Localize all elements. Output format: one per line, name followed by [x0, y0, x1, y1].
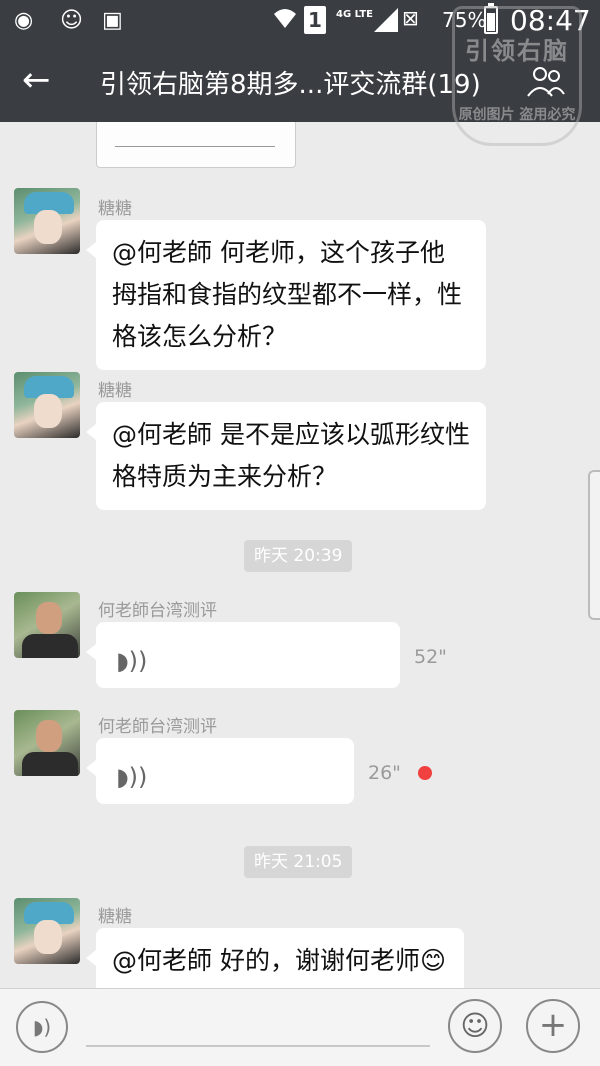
- back-arrow-icon[interactable]: ←: [22, 60, 62, 100]
- sender-name: 糖糖: [98, 381, 132, 401]
- sender-name: 糖糖: [98, 199, 132, 219]
- message-input[interactable]: [86, 1045, 430, 1047]
- sender-name: 何老師台湾测评: [98, 717, 217, 737]
- message-line: 拇指和食指的纹型都不一样，性: [112, 280, 463, 309]
- plus-icon[interactable]: +: [526, 999, 580, 1053]
- voice-duration: 52": [414, 646, 447, 668]
- voice-wave-icon: ◗)): [116, 647, 148, 675]
- emoji-icon[interactable]: ☺: [448, 999, 502, 1053]
- chat-area[interactable]: 糖糖 @何老師 何老师，这个孩子他 拇指和食指的纹型都不一样，性 格该怎么分析？…: [0, 122, 600, 988]
- voice-mode-icon[interactable]: ◗): [16, 1001, 68, 1053]
- sunglasses-icon: ☺: [60, 8, 83, 33]
- voice-message-bubble[interactable]: ◗)): [86, 622, 400, 688]
- status-bar: ◉ ☺ ▣ 1 4G LTE ⊠ 75% 08:47: [0, 0, 600, 42]
- image-message[interactable]: [96, 122, 296, 168]
- message-bubble[interactable]: @何老師 是不是应该以弧形纹性 格特质为主来分析？: [86, 402, 486, 510]
- voice-message-bubble[interactable]: ◗)): [86, 738, 354, 804]
- unread-dot: [418, 766, 432, 780]
- voice-duration: 26": [368, 762, 401, 784]
- message-bubble[interactable]: @何老師 好的，谢谢何老师😊: [86, 928, 464, 988]
- chat-header: ← 引领右脑第8期多...评交流群(19): [0, 42, 600, 122]
- avatar[interactable]: [14, 710, 80, 776]
- timestamp: 昨天 20:39: [244, 540, 353, 572]
- sender-name: 糖糖: [98, 907, 132, 927]
- message-line: @何老師 好的，谢谢何老师😊: [112, 946, 447, 975]
- wifi-icon: [272, 6, 298, 36]
- group-members-icon[interactable]: [526, 64, 566, 100]
- avatar[interactable]: [14, 898, 80, 964]
- message-line: 格特质为主来分析？: [112, 462, 338, 491]
- message-line: 格该怎么分析？: [112, 322, 288, 351]
- clipboard-icon: ▣: [102, 8, 123, 33]
- avatar[interactable]: [14, 592, 80, 658]
- voice-wave-icon: ◗)): [116, 763, 148, 791]
- avatar[interactable]: [14, 372, 80, 438]
- sender-name: 何老師台湾测评: [98, 601, 217, 621]
- image-sketch: [115, 123, 275, 147]
- weibo-icon: ◉: [14, 8, 34, 33]
- chat-title: 引领右脑第8期多...评交流群(19): [100, 70, 481, 100]
- message-line: @何老師 何老师，这个孩子他: [112, 238, 445, 267]
- signal-icon: [372, 8, 398, 36]
- no-sim-icon: ⊠: [402, 6, 419, 30]
- battery-icon: [484, 3, 498, 34]
- message-bubble[interactable]: @何老師 何老师，这个孩子他 拇指和食指的纹型都不一样，性 格该怎么分析？: [86, 220, 486, 370]
- message-line: @何老師 是不是应该以弧形纹性: [112, 420, 470, 449]
- sim-slot-indicator: 1: [304, 6, 326, 34]
- timestamp: 昨天 21:05: [244, 846, 353, 878]
- input-bar: ◗) ☺ +: [0, 988, 600, 1066]
- battery-percent: 75%: [442, 8, 487, 32]
- avatar[interactable]: [14, 188, 80, 254]
- edge-swipe-handle[interactable]: [588, 470, 600, 620]
- clock: 08:47: [510, 4, 591, 37]
- network-type: 4G LTE: [336, 9, 374, 20]
